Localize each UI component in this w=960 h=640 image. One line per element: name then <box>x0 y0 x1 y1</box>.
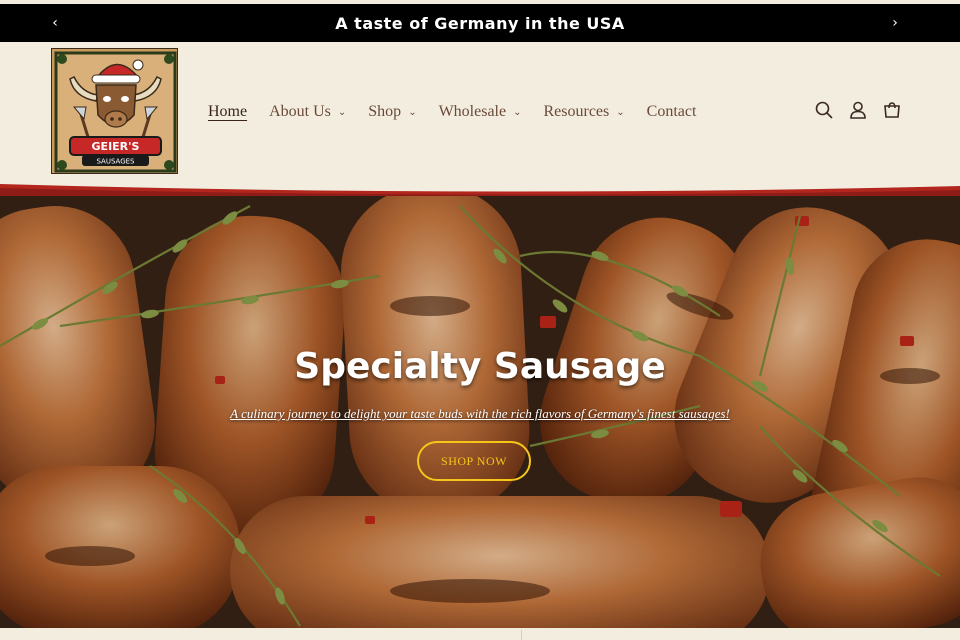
chevron-down-icon: ⌄ <box>616 106 625 118</box>
chevron-right-icon[interactable]: › <box>880 4 910 42</box>
chevron-down-icon: ⌄ <box>513 106 522 118</box>
nav-label: Home <box>208 103 248 120</box>
nav-label: Resources <box>543 103 610 120</box>
header-icons <box>814 100 902 120</box>
logo[interactable]: GEIER'S SAUSAGES <box>51 48 178 174</box>
nav-label: Shop <box>368 103 402 120</box>
nav-wholesale[interactable]: Wholesale ⌄ <box>439 103 522 121</box>
chevron-down-icon: ⌄ <box>408 106 417 118</box>
hero-subtitle[interactable]: A culinary journey to delight your taste… <box>0 406 960 422</box>
cart-icon[interactable] <box>882 100 902 120</box>
account-icon[interactable] <box>848 100 868 120</box>
site-header: GEIER'S SAUSAGES Home About Us ⌄ Shop ⌄ … <box>0 42 960 190</box>
svg-text:SAUSAGES: SAUSAGES <box>96 158 135 166</box>
announcement-bar: ‹ A taste of Germany in the USA › <box>0 4 960 42</box>
bottom-strip <box>0 628 960 640</box>
nav-about-us[interactable]: About Us ⌄ <box>269 103 346 121</box>
chevron-left-icon[interactable]: ‹ <box>40 4 70 42</box>
hero-banner: Specialty Sausage A culinary journey to … <box>0 196 960 628</box>
announcement-text: A taste of Germany in the USA <box>335 13 625 33</box>
search-icon[interactable] <box>814 100 834 120</box>
nav-home[interactable]: Home <box>208 103 247 121</box>
chevron-down-icon: ⌄ <box>337 106 347 118</box>
nav-label: About Us <box>269 103 331 120</box>
nav-label: Contact <box>646 103 697 120</box>
nav-label: Wholesale <box>438 103 507 120</box>
shop-now-button[interactable]: SHOP NOW <box>417 441 531 481</box>
hero-title: Specialty Sausage <box>294 346 666 387</box>
nav-resources[interactable]: Resources ⌄ <box>544 103 625 121</box>
nav-shop[interactable]: Shop ⌄ <box>368 103 416 121</box>
main-nav: Home About Us ⌄ Shop ⌄ Wholesale ⌄ Resou… <box>208 100 718 124</box>
nav-contact[interactable]: Contact <box>647 103 697 121</box>
svg-text:GEIER'S: GEIER'S <box>92 140 140 153</box>
divider <box>521 630 522 640</box>
